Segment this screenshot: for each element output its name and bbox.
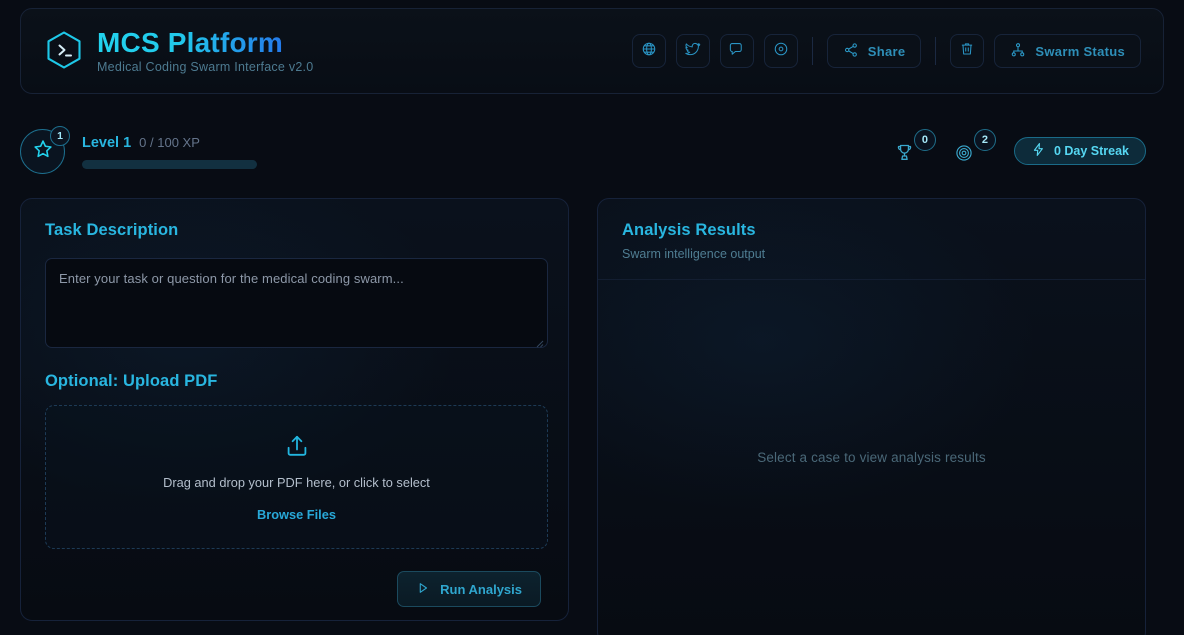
share-nodes-icon [843,42,859,61]
target-count-badge: 2 [973,129,996,151]
level-label: Level 1 [82,135,132,151]
level-group: 1 Level 1 0 / 100 XP [20,125,257,177]
app-title: MCS Platform [97,27,313,57]
trophy-stat: 0 [894,129,936,168]
divider [935,37,937,65]
streak-badge[interactable]: 0 Day Streak [1013,137,1146,165]
globe-icon [641,41,657,62]
hexagon-terminal-icon [45,30,83,72]
target-stat: 2 [954,129,996,168]
share-button[interactable]: Share [826,34,922,68]
task-panel-title: Task Description [45,221,179,239]
analysis-results-panel: Analysis Results Swarm intelligence outp… [597,198,1146,635]
level-number-badge: 1 [50,126,70,146]
chat-bubble-icon [729,41,745,62]
run-row: Run Analysis [45,571,544,607]
run-analysis-button[interactable]: Run Analysis [397,571,541,607]
app-subtitle: Medical Coding Swarm Interface v2.0 [97,60,314,75]
task-input[interactable]: Enter your task or question for the medi… [45,258,548,348]
trophy-count-badge: 0 [913,129,936,151]
share-label: Share [867,43,906,59]
resize-handle[interactable] [534,335,544,348]
results-panel-title: Analysis Results [622,221,756,239]
xp-count: 0 / 100 XP [139,135,200,150]
progress-bar-row: 1 Level 1 0 / 100 XP 0 2 0 Day Streak [20,120,1164,182]
delete-button[interactable] [950,34,985,68]
results-panel-body: Select a case to view analysis results [598,280,1145,635]
upload-section-title: Optional: Upload PDF [45,372,218,390]
status-button[interactable] [763,34,798,68]
app-header: MCS Platform Medical Coding Swarm Interf… [20,8,1164,94]
play-icon [416,581,430,598]
target-icon [954,143,974,168]
chat-button[interactable] [719,34,754,68]
browse-files-button[interactable]: Browse Files [257,507,336,522]
circle-dot-icon [773,41,789,62]
globe-button[interactable] [631,34,666,68]
trash-icon [959,41,975,62]
upload-arrow-icon [284,433,310,464]
trophy-icon [894,142,915,168]
run-analysis-label: Run Analysis [440,581,522,597]
brand-text: MCS Platform Medical Coding Swarm Interf… [97,27,314,75]
lightning-bolt-icon [1031,142,1046,160]
results-empty-state: Select a case to view analysis results [757,450,986,465]
xp-info: Level 1 0 / 100 XP [82,125,257,169]
streak-label: 0 Day Streak [1053,144,1129,158]
task-description-panel: Task Description Enter your task or ques… [20,198,569,621]
results-panel-subtitle: Swarm intelligence output [622,247,766,261]
xp-line: Level 1 0 / 100 XP [82,135,257,151]
header-actions: Share Swarm Status [631,34,1141,68]
pdf-dropzone[interactable]: Drag and drop your PDF here, or click to… [45,405,548,549]
star-icon [32,138,54,165]
results-panel-header: Analysis Results Swarm intelligence outp… [598,199,1145,280]
divider [811,37,813,65]
twitter-button[interactable] [675,34,710,68]
xp-progress-track [82,160,257,169]
dropzone-hint: Drag and drop your PDF here, or click to… [163,474,430,490]
stats-group: 0 2 0 Day Streak [894,129,1164,168]
sitemap-icon [1010,42,1026,61]
task-input-placeholder: Enter your task or question for the medi… [59,271,404,286]
brand: MCS Platform Medical Coding Swarm Interf… [45,27,314,75]
swarm-status-label: Swarm Status [1035,43,1125,59]
swarm-status-button[interactable]: Swarm Status [994,34,1141,68]
level-badge: 1 [20,126,70,177]
twitter-icon [685,41,701,62]
